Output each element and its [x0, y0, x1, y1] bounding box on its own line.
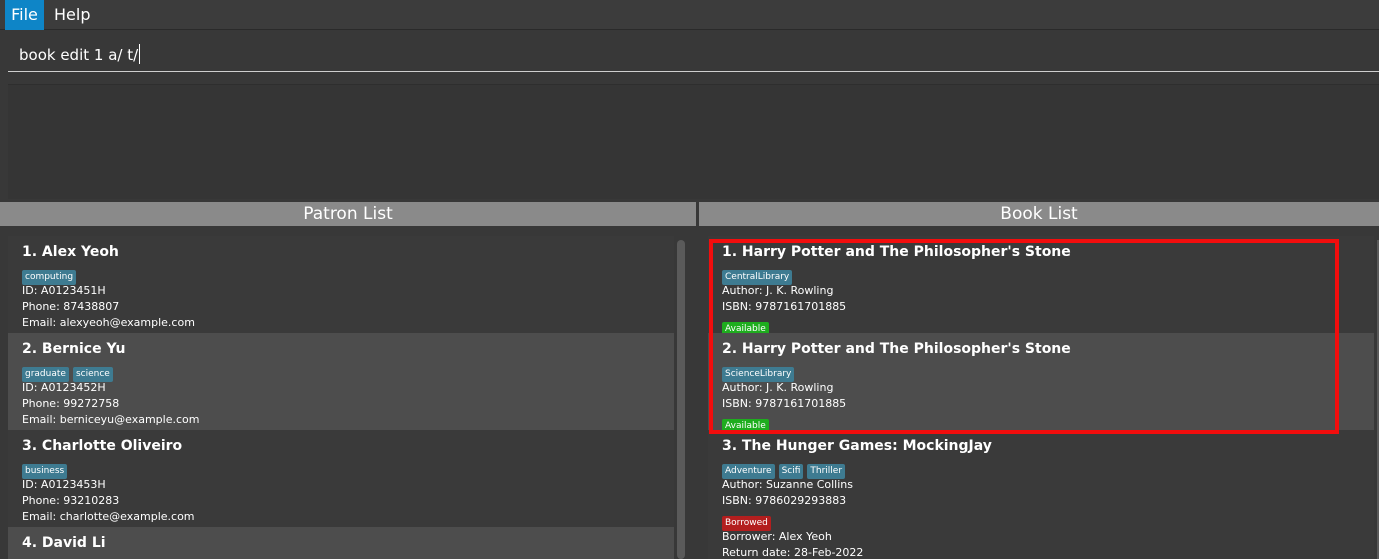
- book-borrower: Borrower: Alex Yeoh: [722, 530, 832, 543]
- patron-list-header: Patron List: [0, 202, 696, 226]
- command-box[interactable]: book edit 1 a/ t/: [8, 38, 1379, 72]
- book-list[interactable]: 1. Harry Potter and The Philosopher's St…: [708, 236, 1374, 559]
- command-text: book edit 1 a/ t/: [19, 46, 139, 64]
- patron-list-scrollbar[interactable]: [677, 240, 685, 559]
- book-return-date: Return date: 28-Feb-2022: [722, 546, 864, 559]
- book-card[interactable]: 3. The Hunger Games: MockingJay Adventur…: [708, 430, 1374, 559]
- patron-email: Email: alexyeoh@example.com: [22, 316, 195, 329]
- patron-name: 1. Alex Yeoh: [22, 244, 119, 260]
- book-author: Author: J. K. Rowling: [722, 381, 834, 394]
- patron-phone: Phone: 87438807: [22, 300, 120, 313]
- patron-name: 4. David Li: [22, 535, 106, 551]
- patron-email: Email: berniceyu@example.com: [22, 413, 200, 426]
- patron-card[interactable]: 1. Alex Yeoh computing ID: A0123451H Pho…: [8, 236, 674, 333]
- menu-bar: File Help: [0, 0, 1379, 30]
- patron-name: 2. Bernice Yu: [22, 341, 126, 357]
- book-isbn: ISBN: 9786029293883: [722, 494, 847, 507]
- book-author: Author: J. K. Rowling: [722, 284, 834, 297]
- book-title: 1. Harry Potter and The Philosopher's St…: [722, 244, 1071, 260]
- menu-file[interactable]: File: [5, 0, 44, 30]
- menu-help[interactable]: Help: [48, 0, 96, 30]
- book-isbn: ISBN: 9787161701885: [722, 300, 847, 313]
- patron-phone: Phone: 93210283: [22, 494, 120, 507]
- patron-name: 3. Charlotte Oliveiro: [22, 438, 183, 454]
- text-caret: [139, 44, 141, 64]
- book-isbn: ISBN: 9787161701885: [722, 397, 847, 410]
- patron-card[interactable]: 4. David Li: [8, 527, 674, 559]
- book-card[interactable]: 1. Harry Potter and The Philosopher's St…: [708, 236, 1374, 337]
- book-title: 2. Harry Potter and The Philosopher's St…: [722, 341, 1071, 357]
- patron-id: ID: A0123451H: [22, 284, 106, 297]
- patron-id: ID: A0123453H: [22, 478, 106, 491]
- book-card[interactable]: 2. Harry Potter and The Philosopher's St…: [708, 333, 1374, 434]
- patron-phone: Phone: 99272758: [22, 397, 120, 410]
- patron-list[interactable]: 1. Alex Yeoh computing ID: A0123451H Pho…: [8, 236, 674, 559]
- book-title: 3. The Hunger Games: MockingJay: [722, 438, 992, 454]
- book-list-header: Book List: [699, 202, 1379, 226]
- patron-card[interactable]: 2. Bernice Yu graduate science ID: A01234…: [8, 333, 674, 430]
- result-display: [8, 84, 1379, 199]
- patron-card[interactable]: 3. Charlotte Oliveiro business ID: A0123…: [8, 430, 674, 527]
- command-input[interactable]: book edit 1 a/ t/: [19, 44, 141, 64]
- book-author: Author: Suzanne Collins: [722, 478, 854, 491]
- patron-id: ID: A0123452H: [22, 381, 106, 394]
- patron-email: Email: charlotte@example.com: [22, 510, 195, 523]
